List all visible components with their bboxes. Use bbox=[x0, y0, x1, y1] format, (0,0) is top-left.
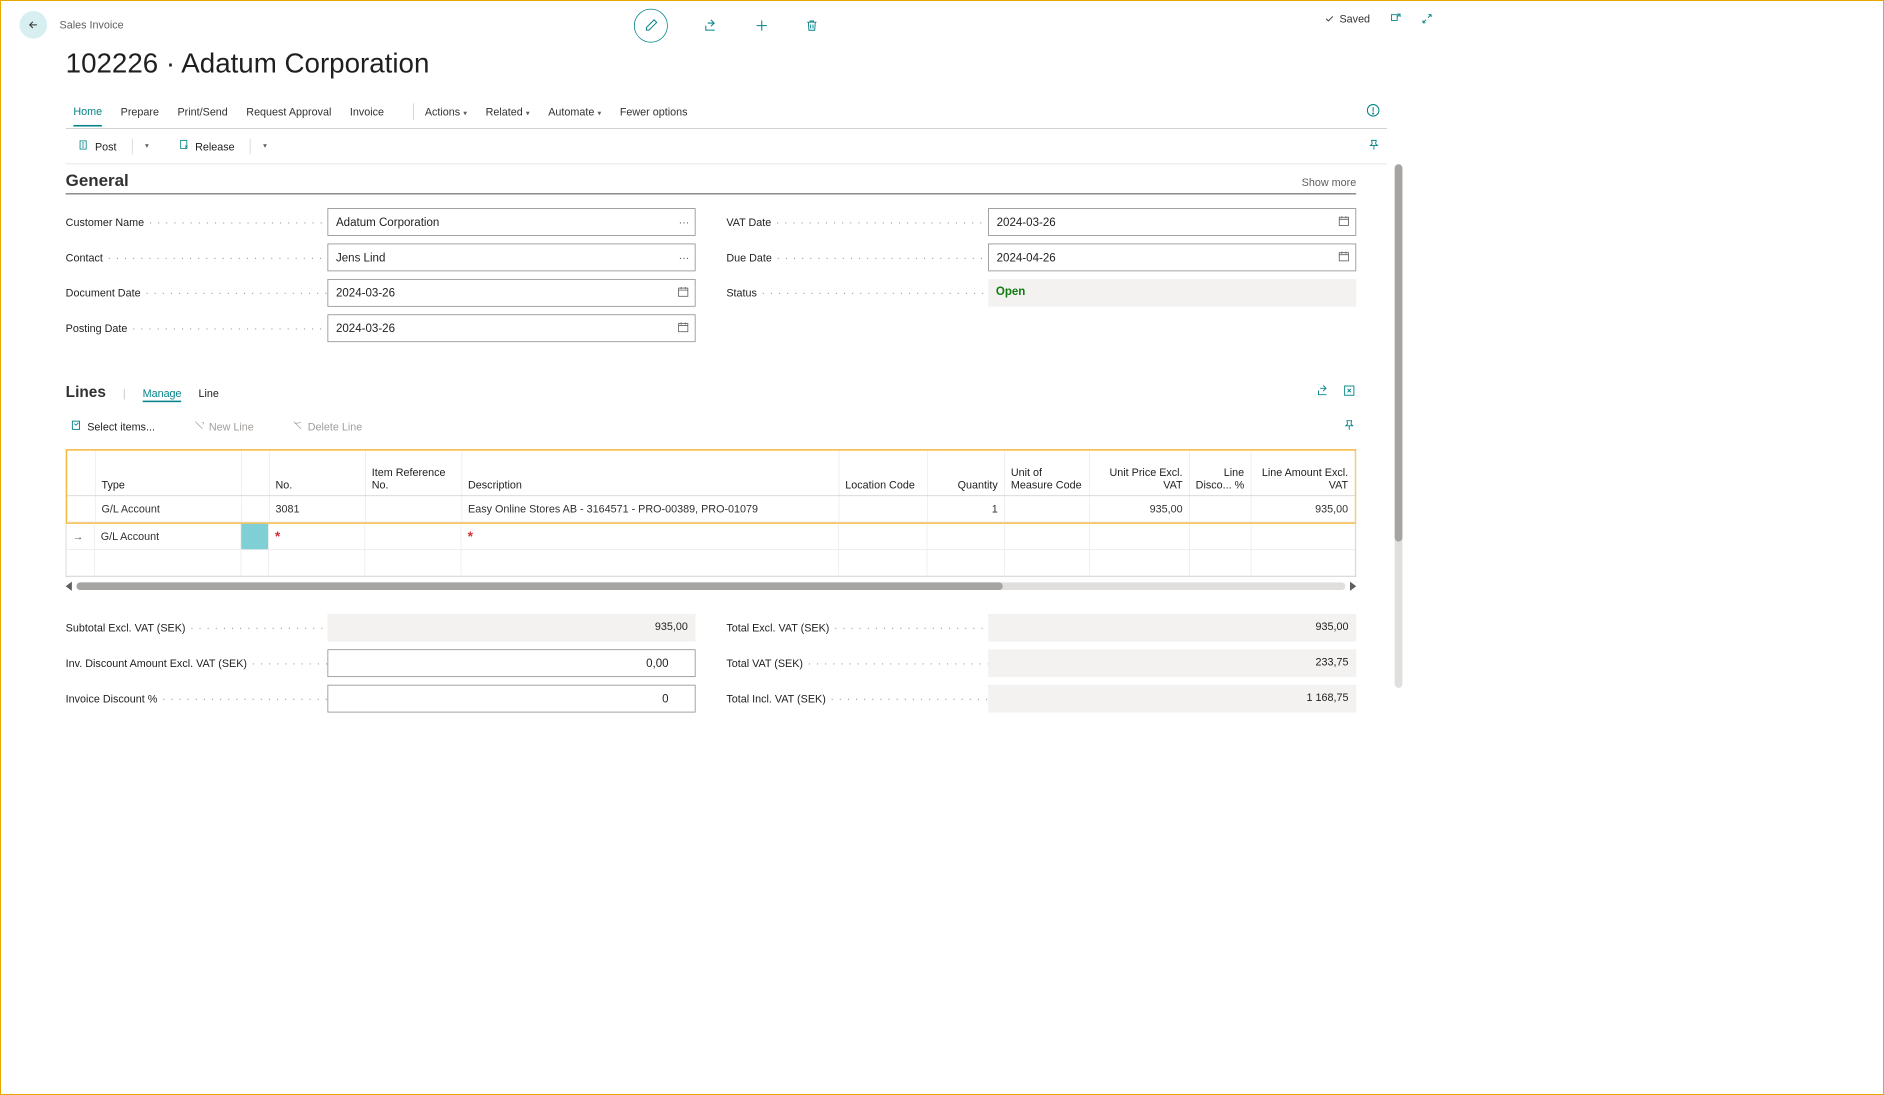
document-date-field[interactable] bbox=[327, 279, 695, 307]
menu-fewer-options[interactable]: Fewer options bbox=[620, 98, 688, 126]
select-items-button[interactable]: Select items... bbox=[66, 416, 160, 437]
inv-discount-field[interactable] bbox=[327, 649, 695, 677]
col-itemref[interactable]: Item Reference No. bbox=[365, 451, 461, 496]
posting-date-label: Posting Date bbox=[66, 322, 328, 334]
table-row[interactable] bbox=[66, 550, 1355, 576]
tab-printsend[interactable]: Print/Send bbox=[177, 98, 227, 126]
lines-grid[interactable]: Type No. Item Reference No. Description … bbox=[66, 449, 1357, 523]
split-separator bbox=[132, 138, 133, 153]
share-icon[interactable] bbox=[703, 18, 718, 33]
menu-related[interactable]: Related▾ bbox=[486, 98, 530, 126]
new-line-button[interactable]: New Line bbox=[189, 417, 259, 436]
customer-name-field[interactable] bbox=[327, 208, 695, 236]
total-vat-value: 233,75 bbox=[988, 649, 1356, 677]
lines-section-title: Lines bbox=[66, 384, 106, 402]
ellipsis-icon[interactable]: ··· bbox=[679, 251, 690, 263]
vat-date-label: VAT Date bbox=[726, 216, 988, 228]
due-date-field[interactable] bbox=[988, 244, 1356, 272]
collapse-icon[interactable] bbox=[1421, 13, 1433, 25]
subtotal-label: Subtotal Excl. VAT (SEK) bbox=[66, 622, 328, 634]
col-uom[interactable]: Unit of Measure Code bbox=[1004, 451, 1089, 496]
total-incl-vat-value: 1 168,75 bbox=[988, 685, 1356, 713]
show-more-link[interactable]: Show more bbox=[1302, 176, 1357, 188]
breadcrumb: Sales Invoice bbox=[60, 19, 124, 31]
post-split-chevron[interactable]: ▾ bbox=[137, 139, 153, 154]
expand-icon[interactable] bbox=[1342, 384, 1356, 400]
release-button[interactable]: Release bbox=[174, 136, 240, 157]
status-value: Open bbox=[988, 279, 1356, 307]
vertical-scrollbar[interactable] bbox=[1395, 164, 1403, 688]
inv-discount-label: Inv. Discount Amount Excl. VAT (SEK) bbox=[66, 657, 328, 669]
col-description[interactable]: Description bbox=[461, 451, 838, 496]
menu-divider bbox=[413, 103, 414, 120]
posting-date-field[interactable] bbox=[327, 314, 695, 342]
table-row[interactable]: → G/L Account * * bbox=[66, 523, 1355, 549]
post-button[interactable]: Post bbox=[73, 136, 121, 157]
col-quantity[interactable]: Quantity bbox=[927, 451, 1004, 496]
calendar-icon[interactable] bbox=[677, 321, 689, 336]
open-new-window-icon[interactable] bbox=[1389, 12, 1403, 26]
release-split-chevron[interactable]: ▾ bbox=[255, 139, 271, 154]
contact-field[interactable] bbox=[327, 244, 695, 272]
plus-icon[interactable] bbox=[754, 18, 769, 33]
tab-request-approval[interactable]: Request Approval bbox=[246, 98, 331, 126]
general-section-title: General bbox=[66, 170, 129, 190]
required-asterisk-icon: * bbox=[275, 528, 280, 543]
total-incl-vat-label: Total Incl. VAT (SEK) bbox=[726, 692, 988, 704]
document-date-label: Document Date bbox=[66, 287, 328, 299]
inv-discount-pct-field[interactable] bbox=[327, 685, 695, 713]
help-icon[interactable] bbox=[1365, 103, 1380, 121]
col-type[interactable]: Type bbox=[95, 451, 241, 496]
customer-name-label: Customer Name bbox=[66, 216, 328, 228]
back-button[interactable] bbox=[19, 11, 47, 39]
col-lineamount[interactable]: Line Amount Excl. VAT bbox=[1251, 451, 1355, 496]
calendar-icon[interactable] bbox=[1338, 250, 1350, 265]
col-linedisc[interactable]: Line Disco... % bbox=[1189, 451, 1251, 496]
saved-indicator: Saved bbox=[1324, 13, 1370, 25]
contact-label: Contact bbox=[66, 251, 328, 263]
due-date-label: Due Date bbox=[726, 251, 988, 263]
col-unitprice[interactable]: Unit Price Excl. VAT bbox=[1089, 451, 1189, 496]
edit-icon[interactable] bbox=[634, 9, 668, 43]
col-location[interactable]: Location Code bbox=[839, 451, 928, 496]
tab-home[interactable]: Home bbox=[73, 97, 102, 126]
lines-manage-tab[interactable]: Manage bbox=[143, 387, 182, 402]
table-row[interactable]: G/L Account 3081 Easy Online Stores AB -… bbox=[67, 495, 1354, 521]
total-excl-vat-label: Total Excl. VAT (SEK) bbox=[726, 622, 988, 634]
menu-actions[interactable]: Actions▾ bbox=[425, 98, 467, 126]
page-title: 102226 · Adatum Corporation bbox=[66, 47, 1387, 79]
subtotal-value: 935,00 bbox=[327, 614, 695, 642]
lines-line-tab[interactable]: Line bbox=[198, 387, 218, 399]
vat-date-field[interactable] bbox=[988, 208, 1356, 236]
col-no[interactable]: No. bbox=[269, 451, 365, 496]
menu-automate[interactable]: Automate▾ bbox=[548, 98, 601, 126]
calendar-icon[interactable] bbox=[1338, 215, 1350, 230]
share-icon[interactable] bbox=[1316, 384, 1330, 400]
grid-header-row: Type No. Item Reference No. Description … bbox=[67, 451, 1354, 496]
total-vat-label: Total VAT (SEK) bbox=[726, 657, 988, 669]
inv-discount-pct-label: Invoice Discount % bbox=[66, 692, 328, 704]
total-excl-vat-value: 935,00 bbox=[988, 614, 1356, 642]
calendar-icon[interactable] bbox=[677, 286, 689, 301]
horizontal-scrollbar[interactable] bbox=[66, 582, 1357, 591]
required-asterisk-icon: * bbox=[468, 528, 473, 543]
pin-icon[interactable] bbox=[1367, 138, 1381, 154]
ellipsis-icon[interactable]: ··· bbox=[679, 216, 690, 228]
split-separator bbox=[250, 138, 251, 153]
tab-invoice[interactable]: Invoice bbox=[350, 98, 384, 126]
delete-icon[interactable] bbox=[805, 18, 819, 33]
pin-icon[interactable] bbox=[1342, 418, 1356, 434]
selection-indicator[interactable] bbox=[241, 523, 269, 549]
current-row-arrow-icon: → bbox=[66, 523, 94, 549]
delete-line-button[interactable]: Delete Line bbox=[288, 417, 367, 436]
status-label: Status bbox=[726, 287, 988, 299]
tab-prepare[interactable]: Prepare bbox=[121, 98, 159, 126]
